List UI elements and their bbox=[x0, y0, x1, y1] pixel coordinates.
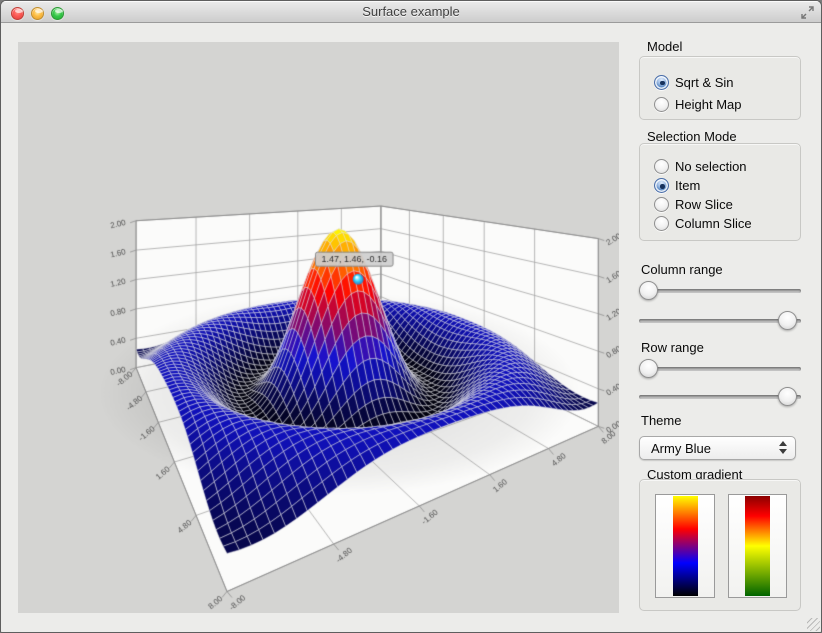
radio-icon[interactable] bbox=[654, 75, 669, 90]
app-window: Surface example Model Sqrt & Sin Height … bbox=[0, 0, 822, 633]
gradient-swatch bbox=[673, 496, 698, 596]
radio-label: Sqrt & Sin bbox=[675, 75, 734, 90]
column-range-min-slider[interactable] bbox=[639, 281, 801, 301]
radio-label: No selection bbox=[675, 159, 747, 174]
radio-label: Row Slice bbox=[675, 197, 733, 212]
slider-track[interactable] bbox=[639, 395, 801, 399]
slider-thumb[interactable] bbox=[778, 311, 797, 330]
radio-no-selection[interactable]: No selection bbox=[640, 157, 800, 176]
slider-track[interactable] bbox=[639, 367, 801, 371]
resize-icon[interactable] bbox=[800, 5, 815, 20]
model-label: Model bbox=[647, 39, 682, 54]
surface-plot-canvas[interactable] bbox=[18, 42, 619, 613]
gradient-darkred-yellow-green-button[interactable] bbox=[728, 494, 787, 598]
slider-thumb[interactable] bbox=[778, 387, 797, 406]
radio-icon[interactable] bbox=[654, 216, 669, 231]
radio-height-map[interactable]: Height Map bbox=[640, 93, 800, 115]
window-resize-grip[interactable] bbox=[807, 618, 820, 631]
radio-row-slice[interactable]: Row Slice bbox=[640, 195, 800, 214]
row-range-label: Row range bbox=[641, 340, 704, 355]
stepper-arrows-icon bbox=[779, 441, 787, 454]
theme-combobox[interactable]: Army Blue bbox=[639, 436, 796, 460]
slider-thumb[interactable] bbox=[639, 359, 658, 378]
slider-track[interactable] bbox=[639, 289, 801, 293]
gradient-black-blue-red-yellow-button[interactable] bbox=[655, 494, 715, 598]
selection-mode-label: Selection Mode bbox=[647, 129, 737, 144]
theme-label: Theme bbox=[641, 413, 681, 428]
radio-column-slice[interactable]: Column Slice bbox=[640, 214, 800, 233]
radio-icon[interactable] bbox=[654, 178, 669, 193]
title-bar: Surface example bbox=[1, 1, 821, 23]
radio-icon[interactable] bbox=[654, 197, 669, 212]
theme-selected-value: Army Blue bbox=[651, 441, 711, 456]
custom-gradient-groupbox bbox=[639, 479, 801, 611]
radio-icon[interactable] bbox=[654, 159, 669, 174]
radio-label: Height Map bbox=[675, 97, 741, 112]
gradient-swatch bbox=[745, 496, 770, 596]
radio-label: Item bbox=[675, 178, 700, 193]
row-range-min-slider[interactable] bbox=[639, 359, 801, 379]
slider-track[interactable] bbox=[639, 319, 801, 323]
radio-item[interactable]: Item bbox=[640, 176, 800, 195]
row-range-max-slider[interactable] bbox=[639, 387, 801, 407]
radio-sqrt-sin[interactable]: Sqrt & Sin bbox=[640, 71, 800, 93]
model-groupbox: Sqrt & Sin Height Map bbox=[639, 56, 801, 120]
selection-mode-groupbox: No selection Item Row Slice Column Slice bbox=[639, 143, 801, 241]
window-title: Surface example bbox=[1, 4, 821, 19]
radio-label: Column Slice bbox=[675, 216, 752, 231]
column-range-max-slider[interactable] bbox=[639, 311, 801, 331]
slider-thumb[interactable] bbox=[639, 281, 658, 300]
radio-icon[interactable] bbox=[654, 97, 669, 112]
window-content: Model Sqrt & Sin Height Map Selection Mo… bbox=[1, 23, 822, 633]
column-range-label: Column range bbox=[641, 262, 723, 277]
